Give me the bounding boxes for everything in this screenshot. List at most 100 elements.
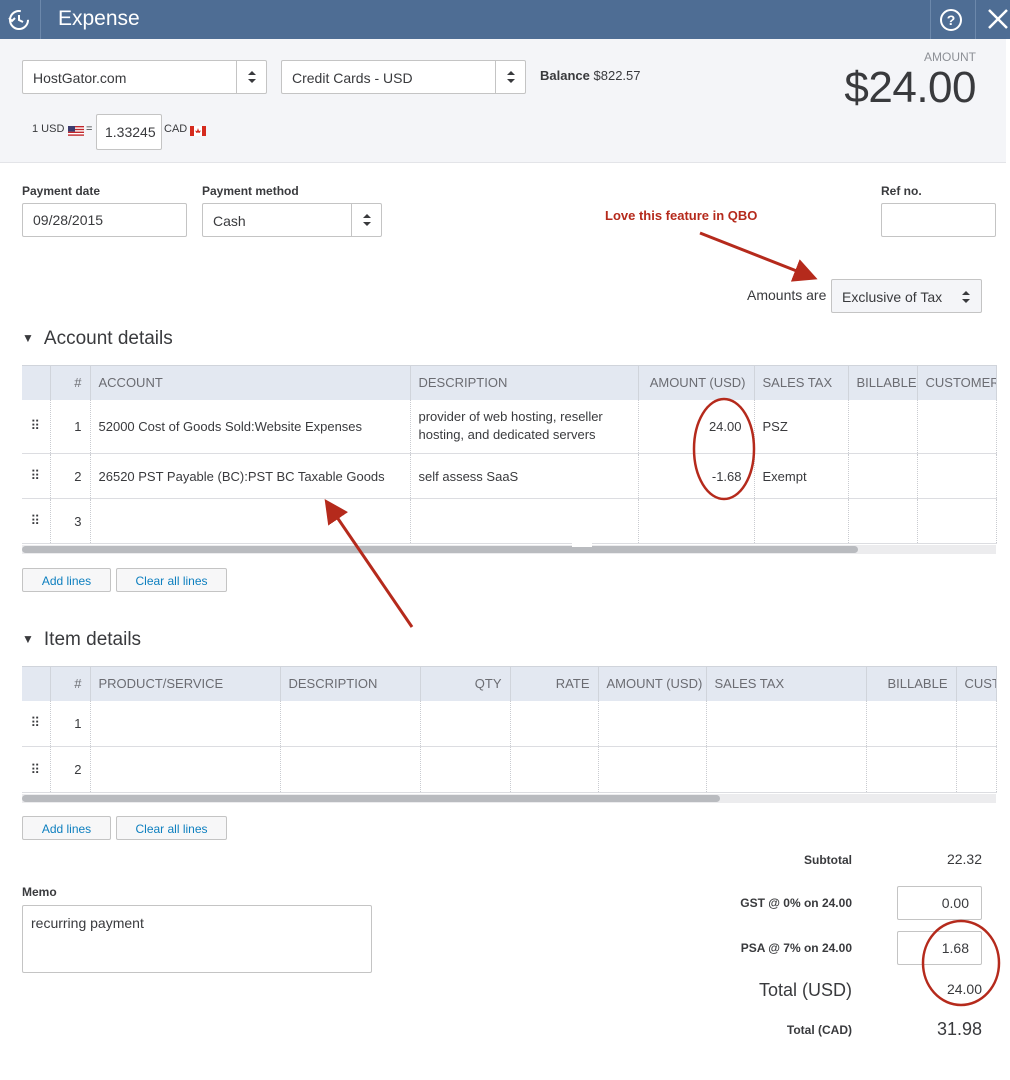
- customer-cell[interactable]: [956, 746, 997, 793]
- product-cell[interactable]: [90, 700, 281, 747]
- add-lines-button[interactable]: Add lines: [22, 816, 111, 840]
- gst-label: GST @ 0% on 24.00: [740, 896, 852, 910]
- billable-cell[interactable]: [866, 746, 957, 793]
- description-cell[interactable]: self assess SaaS: [410, 453, 639, 499]
- memo-textarea[interactable]: recurring payment: [22, 905, 372, 973]
- column-header: ACCOUNT: [90, 365, 411, 400]
- collapse-triangle-icon: ▼: [22, 331, 34, 345]
- payment-date-label: Payment date: [22, 184, 101, 198]
- sales-tax-cell[interactable]: Exempt: [754, 453, 849, 499]
- rate-cell[interactable]: [510, 746, 599, 793]
- close-icon[interactable]: [985, 6, 1010, 32]
- account-cell[interactable]: 26520 PST Payable (BC):PST BC Taxable Go…: [90, 453, 411, 499]
- scrollbar-thumb[interactable]: [22, 795, 720, 802]
- amount-total: $24.00: [844, 63, 976, 112]
- customer-cell[interactable]: [956, 700, 997, 747]
- sales-tax-cell[interactable]: PSZ: [754, 399, 849, 454]
- column-header: CUST: [956, 666, 997, 701]
- account-details-table: # ACCOUNT DESCRIPTION AMOUNT (USD) SALES…: [22, 365, 997, 544]
- amounts-are-select[interactable]: Exclusive of Tax: [831, 279, 982, 313]
- column-header: CUSTOMER: [917, 365, 997, 400]
- clear-all-lines-button[interactable]: Clear all lines: [116, 568, 227, 592]
- column-header: SALES TAX: [754, 365, 849, 400]
- billable-cell[interactable]: [848, 399, 918, 454]
- customer-cell[interactable]: [917, 453, 997, 499]
- total-usd-label: Total (USD): [758, 980, 852, 1000]
- divider: [40, 0, 41, 39]
- description-cell[interactable]: [280, 700, 421, 747]
- payment-method-select[interactable]: Cash: [202, 203, 382, 237]
- clear-all-lines-button[interactable]: Clear all lines: [116, 816, 227, 840]
- divider: [975, 0, 976, 39]
- drag-handle-icon[interactable]: ⠿: [22, 498, 51, 544]
- table-row[interactable]: ⠿ 2: [22, 746, 997, 793]
- us-flag-icon: [68, 126, 84, 136]
- item-details-table: # PRODUCT/SERVICE DESCRIPTION QTY RATE A…: [22, 666, 997, 793]
- horizontal-scrollbar[interactable]: [22, 794, 996, 803]
- customer-cell[interactable]: [917, 498, 997, 544]
- help-icon[interactable]: ?: [938, 7, 964, 33]
- description-cell[interactable]: provider of web hosting, reseller hostin…: [410, 399, 639, 454]
- amount-cell[interactable]: [598, 746, 707, 793]
- account-details-header[interactable]: ▼ Account details: [22, 328, 173, 350]
- billable-cell[interactable]: [848, 498, 918, 544]
- table-row[interactable]: ⠿ 1: [22, 700, 997, 747]
- title-bar: Expense ?: [0, 0, 1010, 39]
- product-cell[interactable]: [90, 746, 281, 793]
- customer-cell[interactable]: [917, 399, 997, 454]
- payee-select[interactable]: HostGator.com: [22, 60, 267, 94]
- psa-input[interactable]: 1.68: [897, 931, 982, 965]
- drag-handle-icon[interactable]: ⠿: [22, 746, 51, 793]
- rate-cell[interactable]: [510, 700, 599, 747]
- exchange-rate-input[interactable]: 1.33245: [96, 114, 162, 150]
- payment-date-input[interactable]: 09/28/2015: [22, 203, 187, 237]
- sales-tax-cell[interactable]: [706, 746, 867, 793]
- horizontal-scrollbar[interactable]: [22, 542, 996, 554]
- sales-tax-cell[interactable]: [706, 700, 867, 747]
- table-row[interactable]: ⠿ 1 52000 Cost of Goods Sold:Website Exp…: [22, 399, 997, 454]
- description-cell[interactable]: [280, 746, 421, 793]
- rate-equals: =: [86, 123, 93, 135]
- drag-handle-icon[interactable]: ⠿: [22, 700, 51, 747]
- gst-input[interactable]: 0.00: [897, 886, 982, 920]
- qty-cell[interactable]: [420, 746, 511, 793]
- sales-tax-cell[interactable]: [754, 498, 849, 544]
- add-lines-button[interactable]: Add lines: [22, 568, 111, 592]
- account-cell[interactable]: [90, 498, 411, 544]
- account-cell[interactable]: 52000 Cost of Goods Sold:Website Expense…: [90, 399, 411, 454]
- scrollbar-thumb[interactable]: [22, 546, 858, 553]
- resize-grip[interactable]: [572, 542, 592, 547]
- amount-cell[interactable]: [638, 498, 755, 544]
- row-number: 2: [50, 453, 91, 499]
- ref-no-label: Ref no.: [881, 184, 922, 198]
- collapse-triangle-icon: ▼: [22, 632, 34, 646]
- column-header: DESCRIPTION: [410, 365, 639, 400]
- row-number: 2: [50, 746, 91, 793]
- qty-cell[interactable]: [420, 700, 511, 747]
- rate-prefix: 1 USD: [32, 123, 65, 135]
- table-row[interactable]: ⠿ 2 26520 PST Payable (BC):PST BC Taxabl…: [22, 453, 997, 499]
- total-usd-value: 24.00: [946, 981, 982, 997]
- drag-handle-icon[interactable]: ⠿: [22, 399, 51, 454]
- table-header-row: # ACCOUNT DESCRIPTION AMOUNT (USD) SALES…: [22, 365, 997, 400]
- account-select[interactable]: Credit Cards - USD: [281, 60, 526, 94]
- billable-cell[interactable]: [866, 700, 957, 747]
- billable-cell[interactable]: [848, 453, 918, 499]
- annotation-note: Love this feature in QBO: [605, 208, 758, 223]
- column-header: QTY: [420, 666, 511, 701]
- item-details-header[interactable]: ▼ Item details: [22, 629, 141, 651]
- amounts-are-label: Amounts are: [747, 287, 827, 303]
- amount-cell[interactable]: [598, 700, 707, 747]
- ref-no-input[interactable]: [881, 203, 996, 237]
- amount-cell[interactable]: 24.00: [638, 399, 755, 454]
- total-cad-label: Total (CAD): [786, 1023, 852, 1037]
- description-cell[interactable]: [410, 498, 639, 544]
- dropdown-arrow-icon: [495, 61, 525, 93]
- amount-cell[interactable]: -1.68: [638, 453, 755, 499]
- table-row[interactable]: ⠿ 3: [22, 498, 997, 544]
- divider: [930, 0, 931, 39]
- column-header-drag: [22, 666, 51, 701]
- recent-transactions-icon[interactable]: [6, 7, 32, 33]
- annotation-arrow: [699, 231, 818, 282]
- drag-handle-icon[interactable]: ⠿: [22, 453, 51, 499]
